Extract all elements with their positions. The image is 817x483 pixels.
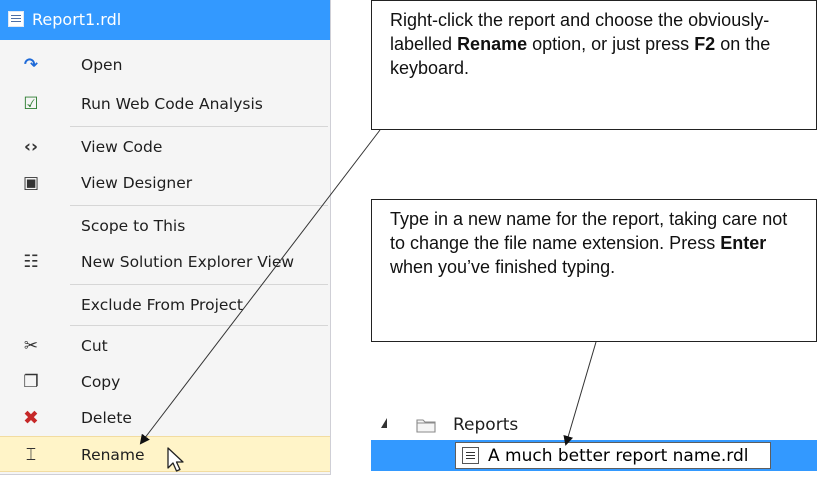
menu-item-exclude-from-project[interactable]: Exclude From Project [0,287,330,323]
menu-separator [70,325,328,326]
report-file-icon [8,11,24,27]
code-analysis-icon: ☑ [23,94,39,114]
menu-separator [70,205,328,206]
solution-explorer-tree: Reports A much better report name.rdl [371,411,817,471]
menu-item-cut[interactable]: ✂ Cut [0,328,330,364]
menu-item-rename[interactable]: ⌶ Rename [0,436,330,472]
callout-bold-rename: Rename [457,34,528,54]
menu-item-label: View Designer [81,174,193,192]
menu-separator [70,126,328,127]
menu-item-label: Open [81,56,123,74]
callout-text: option, or just press [527,34,695,54]
scissors-icon: ✂ [23,336,39,356]
mouse-cursor-icon [167,447,184,472]
callout-text: when you’ve finished typing. [390,257,616,277]
menu-item-run-web-code-analysis[interactable]: ☑ Run Web Code Analysis [0,86,330,122]
menu-item-label: Scope to This [81,217,186,235]
context-menu: Report1.rdl ↷ Open ☑ Run Web Code Analys… [0,0,331,475]
selected-file-name: Report1.rdl [32,10,122,29]
menu-item-view-code[interactable]: ‹› View Code [0,129,330,165]
menu-item-label: Cut [81,337,108,355]
menu-item-label: New Solution Explorer View [81,253,295,271]
selected-file-row[interactable]: Report1.rdl [0,0,330,40]
menu-item-new-solution-explorer-view[interactable]: ☷ New Solution Explorer View [0,244,330,280]
folder-label: Reports [453,415,519,435]
callout-bold-f2: F2 [694,34,716,54]
copy-icon: ❐ [23,372,39,392]
tree-file-row-selected[interactable]: A much better report name.rdl [371,440,817,471]
callout-bold-enter: Enter [720,233,767,253]
folder-icon [416,419,436,433]
callout-type-new-name: Type in a new name for the report, takin… [371,199,817,342]
tree-folder-row[interactable]: Reports [371,413,817,439]
delete-x-icon: ✖ [23,407,39,429]
callout-rename-instructions: Right-click the report and choose the ob… [371,0,817,130]
view-designer-icon: ▣ [22,173,40,193]
expand-arrow-icon[interactable] [381,418,387,428]
new-view-icon: ☷ [23,252,39,272]
rename-input-value: A much better report name.rdl [488,446,749,466]
menu-item-label: View Code [81,138,163,156]
menu-item-copy[interactable]: ❐ Copy [0,364,330,400]
menu-item-label: Copy [81,373,121,391]
menu-item-label: Exclude From Project [81,296,244,314]
view-code-icon: ‹› [23,137,38,157]
rename-icon: ⌶ [25,445,37,465]
menu-item-label: Delete [81,409,132,427]
open-arrow-icon: ↷ [23,55,39,75]
menu-item-scope-to-this[interactable]: Scope to This [0,208,330,244]
rename-input[interactable]: A much better report name.rdl [455,442,771,469]
menu-item-label: Rename [81,446,145,464]
menu-item-delete[interactable]: ✖ Delete [0,400,330,436]
report-file-icon [462,447,479,464]
menu-separator [70,284,328,285]
menu-item-view-designer[interactable]: ▣ View Designer [0,165,330,201]
menu-item-label: Run Web Code Analysis [81,95,263,113]
menu-item-open[interactable]: ↷ Open [0,47,330,83]
